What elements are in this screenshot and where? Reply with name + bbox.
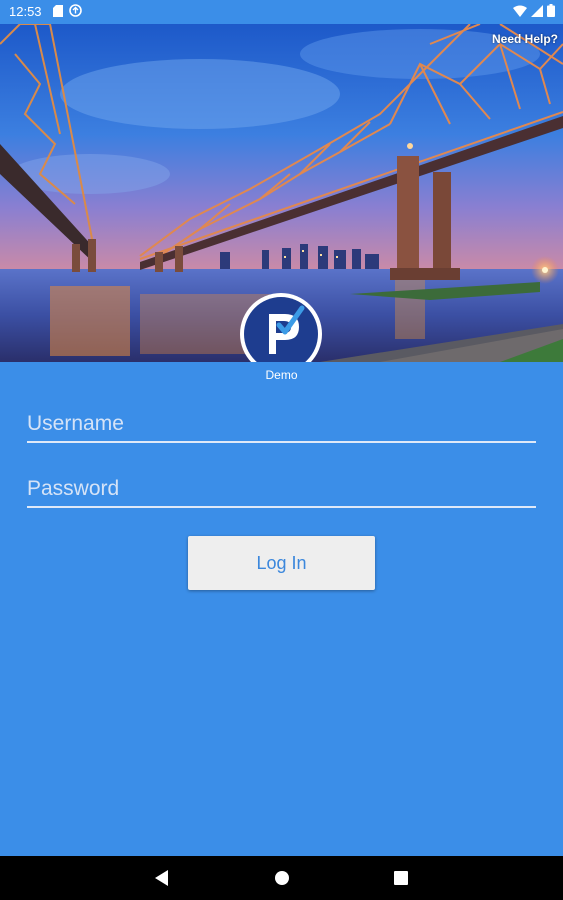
login-button[interactable]: Log In (188, 536, 375, 590)
organization-caption: Demo (265, 368, 298, 382)
app-logo (240, 293, 322, 362)
battery-icon (547, 4, 555, 20)
navigation-bar (0, 856, 563, 900)
password-field[interactable] (27, 472, 536, 508)
status-left-icons (53, 4, 82, 20)
status-time: 12:53 (9, 4, 42, 19)
hero-image (0, 24, 563, 362)
home-button[interactable] (260, 856, 304, 900)
back-button[interactable] (140, 856, 184, 900)
home-icon (275, 871, 289, 885)
signal-icon (531, 4, 543, 20)
back-icon (155, 870, 168, 886)
need-help-link[interactable]: Need Help? (492, 32, 558, 46)
recent-apps-button[interactable] (379, 856, 423, 900)
login-screen: 12:53 Need Help? Demo Username Log In (0, 0, 563, 900)
status-bar: 12:53 (0, 0, 563, 24)
username-field[interactable] (27, 407, 536, 443)
recent-apps-icon (394, 871, 408, 885)
wifi-icon (513, 5, 527, 20)
sd-card-icon (53, 4, 63, 20)
status-right-icons (513, 4, 555, 20)
sync-icon (69, 4, 82, 20)
